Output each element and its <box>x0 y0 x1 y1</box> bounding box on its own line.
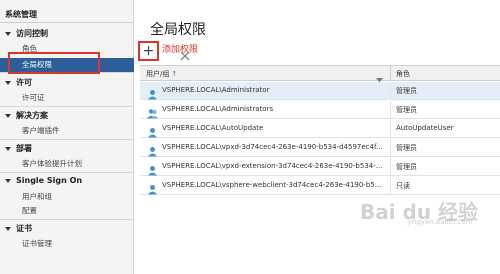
chevron-down-icon <box>4 177 12 185</box>
table-row[interactable]: VSPHERE.LOCAL\AutoUpdate AutoUpdateUser <box>140 120 500 138</box>
user-icon <box>147 161 158 176</box>
annotation-highlight-box <box>8 52 100 74</box>
row-user: VSPHERE.LOCAL\Administrators <box>162 105 274 113</box>
sidebar-divider <box>0 172 134 173</box>
sidebar-group-label: 许可 <box>16 78 32 87</box>
sidebar-divider <box>0 139 134 140</box>
filter-icon[interactable] <box>376 70 383 85</box>
group-icon <box>147 104 158 119</box>
chevron-down-icon <box>4 30 12 38</box>
row-user: VSPHERE.LOCAL\AutoUpdate <box>162 124 264 132</box>
sidebar-group-solutions[interactable]: 解决方案 <box>4 110 48 121</box>
row-user: VSPHERE.LOCAL\Administrator <box>162 86 270 94</box>
row-role: 管理员 <box>396 163 417 171</box>
sidebar-group-access-control[interactable]: 访问控制 <box>4 28 48 39</box>
table-row[interactable]: VSPHERE.LOCAL\Administrators 管理员 <box>140 101 500 119</box>
sidebar-group-sso[interactable]: Single Sign On <box>4 176 82 185</box>
table-header: 用户/组 ↑ 角色 <box>140 66 500 85</box>
column-divider <box>390 120 391 138</box>
row-role: AutoUpdateUser <box>396 124 454 132</box>
close-icon[interactable] <box>180 46 190 61</box>
sidebar-divider <box>0 22 134 23</box>
chevron-down-icon <box>4 79 12 87</box>
chevron-down-icon <box>4 145 12 153</box>
column-header-role[interactable]: 角色 <box>396 69 410 79</box>
sidebar-group-label: Single Sign On <box>16 176 83 185</box>
row-role: 只读 <box>396 182 410 190</box>
column-header-user-group[interactable]: 用户/组 ↑ <box>146 69 177 79</box>
row-user: VSPHERE.LOCAL\vpxd-extension-3d74cec4-26… <box>162 162 383 170</box>
sidebar-item-configuration[interactable]: 配置 <box>0 204 134 218</box>
sidebar-item-certificate-management[interactable]: 证书管理 <box>0 237 134 251</box>
sidebar-item-licenses[interactable]: 许可证 <box>0 91 134 105</box>
user-icon <box>147 123 158 138</box>
sidebar-group-label: 解决方案 <box>16 111 48 120</box>
table-row[interactable]: VSPHERE.LOCAL\vpxd-3d74cec4-263e-4190-b5… <box>140 139 500 157</box>
sidebar-group-deployment[interactable]: 部署 <box>4 143 32 154</box>
sidebar-group-label: 证书 <box>16 224 32 233</box>
column-divider <box>390 101 391 119</box>
sidebar-group-certificates[interactable]: 证书 <box>4 223 32 234</box>
sidebar-group-label: 访问控制 <box>16 29 48 38</box>
column-divider <box>390 158 391 176</box>
user-icon <box>147 142 158 157</box>
row-role: 管理员 <box>396 106 417 114</box>
column-divider <box>390 82 391 100</box>
permissions-table: 用户/组 ↑ 角色 VSPHERE.LOCAL\Administrator 管理员… <box>140 65 500 274</box>
sidebar-group-licensing[interactable]: 许可 <box>4 77 32 88</box>
sidebar-divider <box>0 219 134 220</box>
chevron-down-icon <box>4 112 12 120</box>
sidebar-divider <box>0 106 134 107</box>
row-user: VSPHERE.LOCAL\vpxd-3d74cec4-263e-4190-b5… <box>162 143 383 151</box>
column-divider[interactable] <box>390 66 391 81</box>
row-role: 管理员 <box>396 144 417 152</box>
row-user: VSPHERE.LOCAL\vsphere-webclient-3d74cec4… <box>162 181 382 189</box>
column-divider <box>390 177 391 195</box>
table-row[interactable]: VSPHERE.LOCAL\vpxd-extension-3d74cec4-26… <box>140 158 500 176</box>
annotation-highlight-box <box>138 41 159 61</box>
column-divider <box>390 139 391 157</box>
sidebar-group-label: 部署 <box>16 144 32 153</box>
table-row[interactable]: VSPHERE.LOCAL\Administrator 管理员 <box>140 82 500 100</box>
row-role: 管理员 <box>396 87 417 95</box>
sidebar: 系统管理 访问控制 角色 全局权限 许可 许可证 解决方案 客户端插件 部署 客… <box>0 0 134 274</box>
watermark-url: jingyan.baidu.com <box>408 218 473 226</box>
sidebar-item-client-plugins[interactable]: 客户端插件 <box>0 124 134 138</box>
sort-ascending-icon: ↑ <box>171 70 178 78</box>
sidebar-header: 系统管理 <box>5 10 37 19</box>
sidebar-item-ceip[interactable]: 客户体验提升计划 <box>0 157 134 171</box>
user-icon <box>147 180 158 195</box>
sidebar-item-users-groups[interactable]: 用户和组 <box>0 190 134 204</box>
page-title: 全局权限 <box>150 22 206 38</box>
user-icon <box>147 85 158 100</box>
column-header-label: 用户/组 <box>146 70 170 78</box>
table-row[interactable]: VSPHERE.LOCAL\vsphere-webclient-3d74cec4… <box>140 177 500 195</box>
chevron-down-icon <box>4 225 12 233</box>
